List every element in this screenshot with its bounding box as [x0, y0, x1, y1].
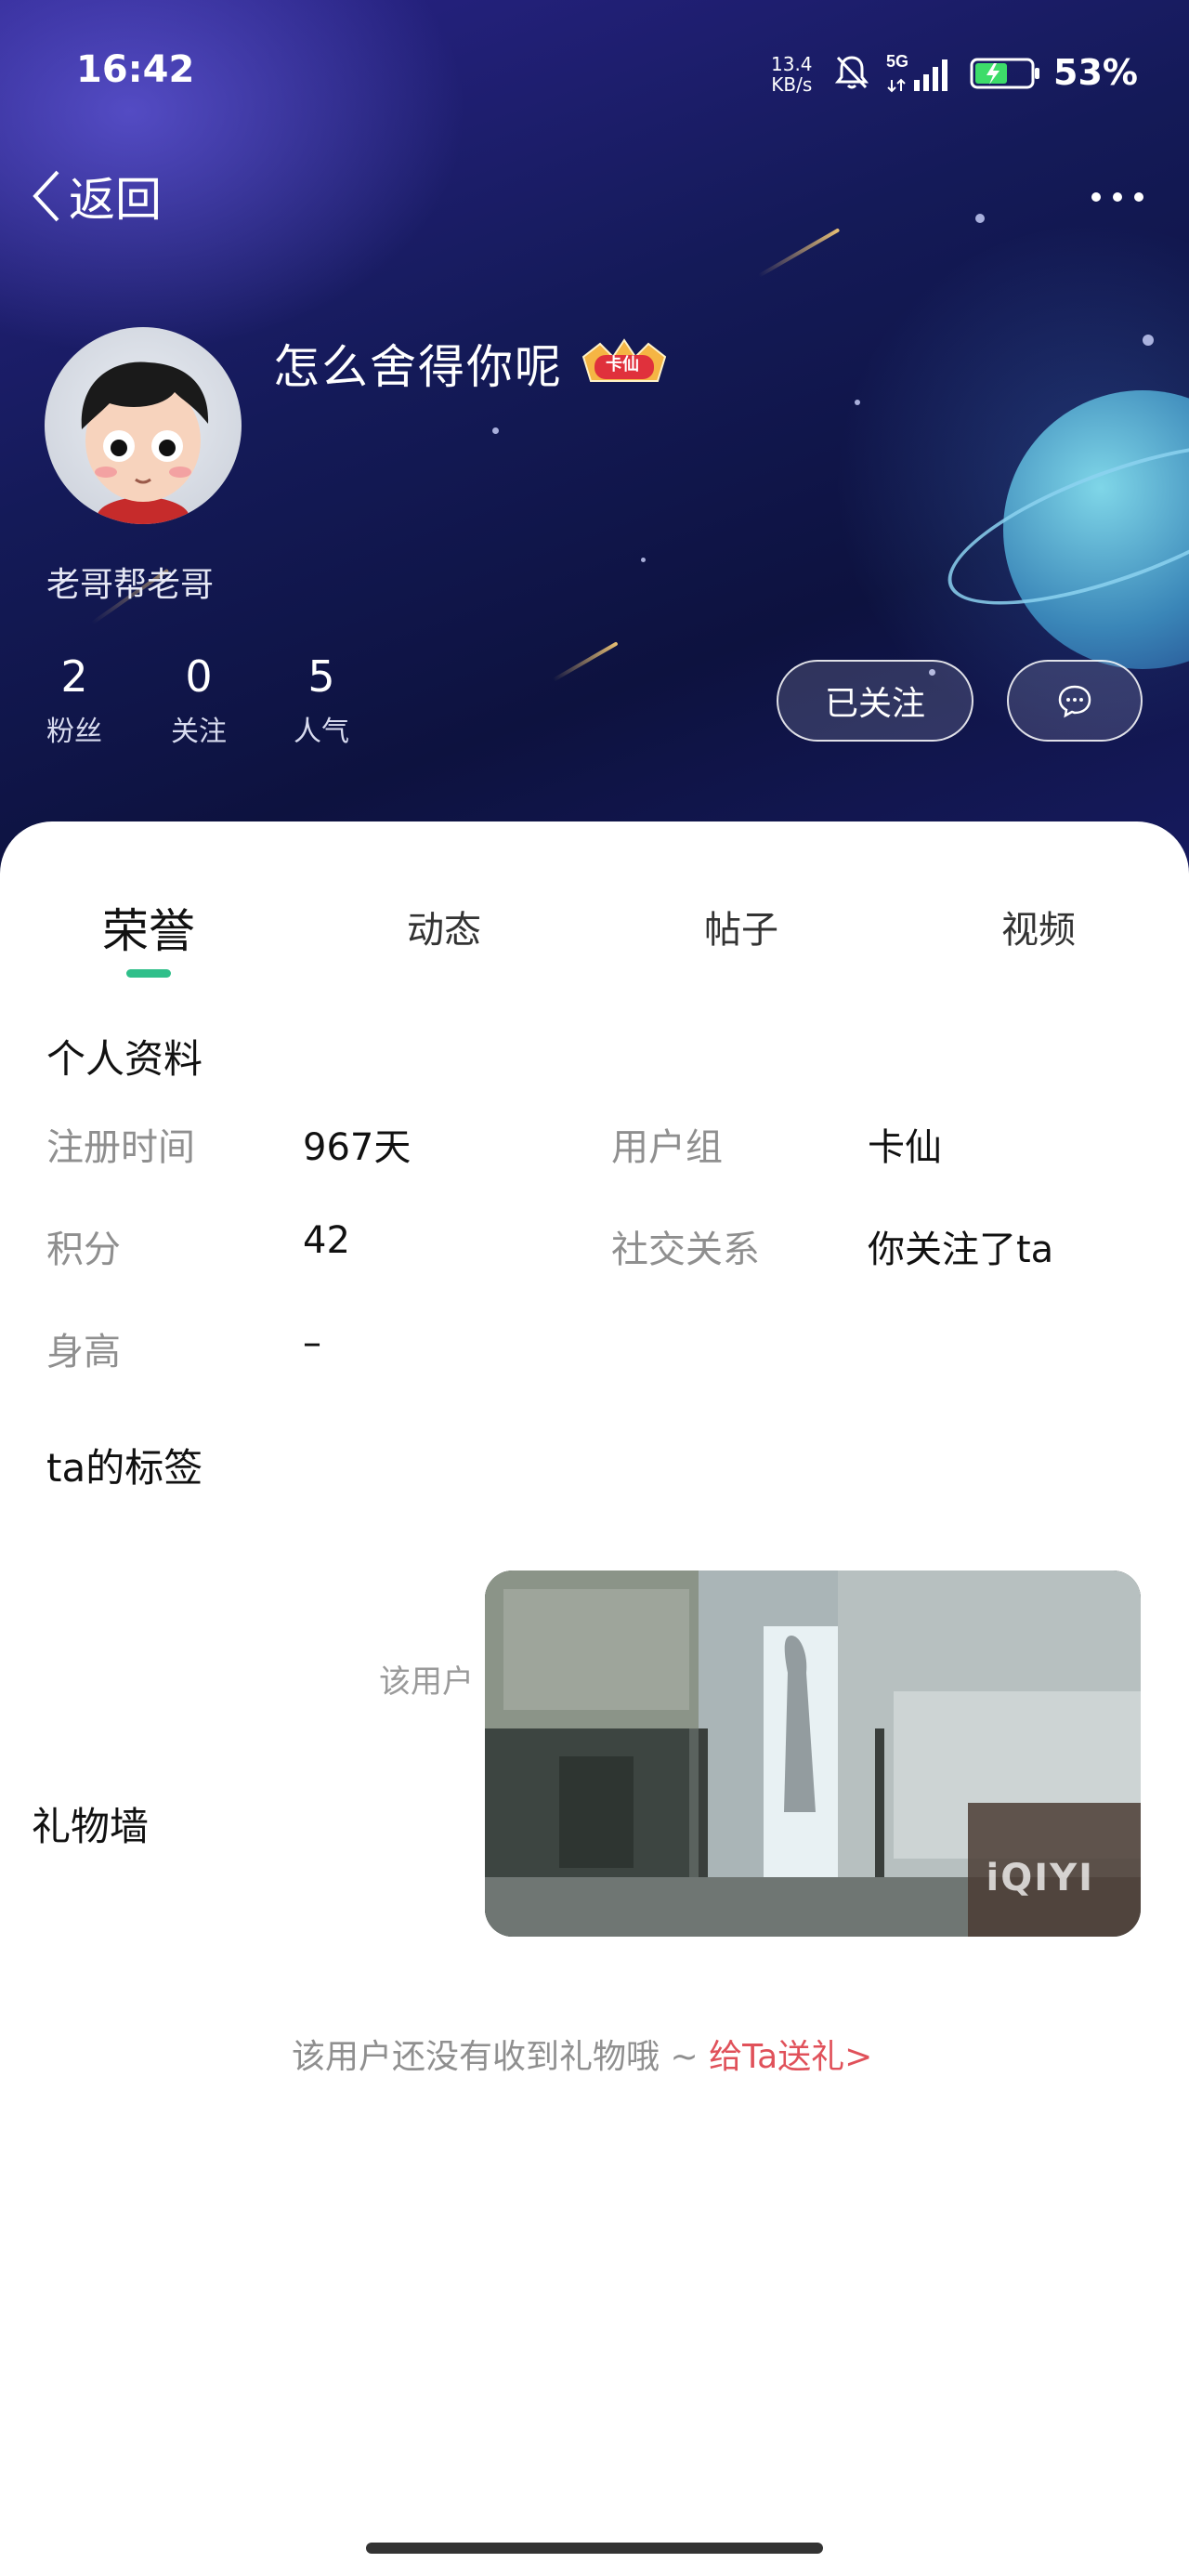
tab-activity[interactable]: 动态 [407, 900, 481, 953]
tags-empty-text: 该用户 [379, 1663, 474, 1701]
stat-label: 关注 [171, 716, 227, 748]
info-label: 社交关系 [611, 1229, 760, 1271]
signal-label: 5G [886, 52, 908, 71]
info-label: 身高 [46, 1331, 121, 1373]
info-value: 967天 [303, 1126, 412, 1169]
avatar[interactable] [45, 327, 242, 524]
stat-label: 粉丝 [46, 716, 102, 748]
star-decoration [492, 427, 499, 434]
battery-icon [970, 58, 1039, 89]
back-label: 返回 [69, 173, 162, 227]
status-time: 16:42 [76, 48, 195, 91]
back-button[interactable]: 返回 [28, 164, 162, 229]
stat-label: 人气 [294, 716, 349, 748]
info-value: 42 [303, 1219, 350, 1262]
star-decoration [855, 400, 860, 405]
gift-wall-title: 礼物墙 [32, 1804, 150, 1849]
stat-fans[interactable]: 2 粉丝 [19, 651, 130, 749]
gift-empty-text: 该用户还没有收到礼物哦 ~ [292, 2038, 710, 2076]
video-watermark: iQIYI [986, 1857, 1094, 1899]
followed-button[interactable]: 已关注 [777, 660, 973, 742]
signal-icon: 5G [886, 52, 947, 93]
stat-value: 5 [307, 651, 335, 702]
more-options-icon[interactable] [1087, 177, 1148, 217]
info-value: 卡仙 [868, 1126, 942, 1169]
avatar-illustration [81, 361, 209, 524]
tab-videos[interactable]: 视频 [1001, 900, 1076, 953]
user-signature: 老哥帮老哥 [46, 566, 215, 604]
floating-video-player[interactable]: iQIYI [485, 1571, 1141, 1937]
stat-following[interactable]: 0 关注 [143, 651, 255, 749]
username: 怎么舍得你呢 [273, 340, 563, 394]
star-decoration [1143, 335, 1154, 346]
network-speed-value: 13.4 [771, 53, 813, 75]
info-value: 你关注了ta [868, 1229, 1054, 1271]
message-button[interactable] [1007, 660, 1143, 742]
tags-title: ta的标签 [46, 1445, 203, 1491]
personal-info-title: 个人资料 [46, 1036, 203, 1082]
meteor-decoration [757, 228, 841, 278]
star-decoration [641, 558, 646, 562]
meteor-decoration [552, 641, 619, 682]
stat-popularity: 5 人气 [266, 651, 377, 749]
network-speed: 13.4 KB/s [771, 54, 813, 95]
star-decoration [975, 214, 985, 223]
tab-honor[interactable]: 荣誉 [102, 894, 195, 961]
info-label: 用户组 [611, 1126, 723, 1169]
chat-bubble-icon [1058, 685, 1091, 718]
info-label: 积分 [46, 1229, 121, 1271]
badge-label: 卡仙 [606, 355, 639, 375]
info-value: – [303, 1321, 321, 1364]
battery-percent: 53% [1053, 52, 1138, 93]
gift-empty-message: 该用户还没有收到礼物哦 ~ 给Ta送礼> [292, 2030, 872, 2078]
send-gift-link[interactable]: 给Ta送礼> [709, 2038, 872, 2076]
bell-muted-icon [834, 56, 869, 89]
info-label: 注册时间 [46, 1126, 195, 1169]
stat-value: 0 [185, 651, 213, 702]
active-tab-indicator [126, 969, 171, 978]
chevron-left-icon [33, 170, 59, 222]
stat-value: 2 [60, 651, 88, 702]
status-bar: 16:42 13.4 KB/s 5G 53% [0, 0, 1189, 149]
network-speed-unit: KB/s [771, 73, 813, 96]
tab-posts[interactable]: 帖子 [704, 900, 778, 953]
home-indicator[interactable] [366, 2543, 823, 2554]
